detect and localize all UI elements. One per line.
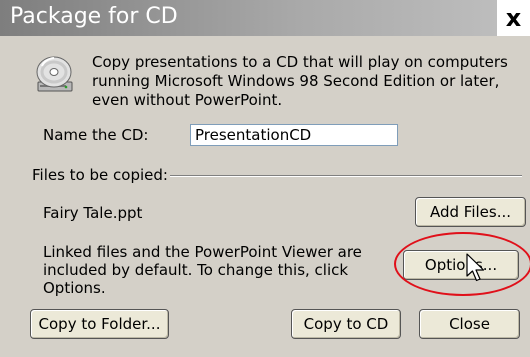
window-title: Package for CD xyxy=(10,4,178,29)
copy-to-folder-button[interactable]: Copy to Folder... xyxy=(30,309,169,339)
close-button[interactable]: Close xyxy=(419,309,520,339)
dialog-description: Copy presentations to a CD that will pla… xyxy=(92,53,508,109)
name-the-cd-label: Name the CD: xyxy=(43,126,149,144)
close-icon[interactable]: x xyxy=(497,0,530,36)
add-files-button[interactable]: Add Files... xyxy=(415,197,526,227)
cd-name-input[interactable] xyxy=(190,124,398,146)
section-divider xyxy=(170,175,522,177)
title-bar[interactable]: Package for CD xyxy=(0,0,497,36)
options-button[interactable]: Options... xyxy=(403,250,519,280)
cd-drive-icon xyxy=(36,56,73,92)
file-list-item[interactable]: Fairy Tale.ppt xyxy=(43,203,142,223)
copy-to-cd-button[interactable]: Copy to CD xyxy=(291,309,401,339)
package-for-cd-dialog: Package for CD x Copy presentations to a… xyxy=(0,0,530,357)
files-to-be-copied-label: Files to be copied: xyxy=(32,166,168,184)
mouse-pointer-icon xyxy=(466,253,485,282)
linked-files-note: Linked files and the PowerPoint Viewer a… xyxy=(43,243,362,297)
